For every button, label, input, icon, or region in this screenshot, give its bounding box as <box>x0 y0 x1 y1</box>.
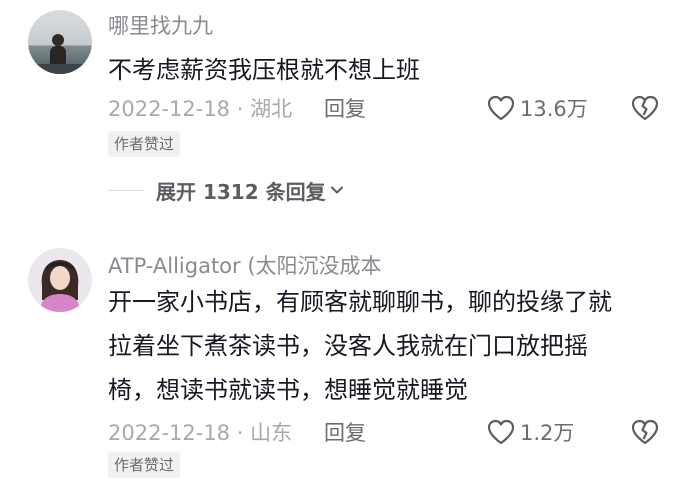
like-button[interactable]: 13.6万 <box>486 93 588 123</box>
expand-replies-button[interactable]: 展开 1312 条回复 <box>108 175 344 205</box>
comment-meta: 2022-12-18 · 山东 回复 1.2万 <box>108 416 668 448</box>
comment-meta: 2022-12-18 · 湖北 回复 13.6万 <box>108 92 668 124</box>
like-button[interactable]: 1.2万 <box>486 417 574 447</box>
divider <box>108 189 144 191</box>
author-liked-badge: 作者赞过 <box>108 131 181 157</box>
comment-text: 不考虑薪资我压根就不想上班 <box>108 48 420 92</box>
username[interactable]: ATP-Alligator (太阳沉没成本 <box>108 250 382 280</box>
broken-heart-icon[interactable] <box>630 418 660 446</box>
date-location: 2022-12-18 · 山东 <box>108 421 293 445</box>
heart-outline-icon <box>487 95 515 121</box>
author-liked-badge: 作者赞过 <box>108 452 181 478</box>
like-count: 13.6万 <box>520 97 588 121</box>
expand-replies-label: 展开 1312 条回复 <box>156 179 326 204</box>
like-count: 1.2万 <box>520 421 575 445</box>
chevron-down-icon <box>330 186 343 194</box>
comment-line: 拉着坐下煮茶读书，没客人我就在门口放把摇 <box>108 332 588 360</box>
comment-line: 不考虑薪资我压根就不想上班 <box>108 56 420 84</box>
reply-button[interactable]: 回复 <box>324 93 366 123</box>
avatar[interactable] <box>28 248 92 312</box>
broken-heart-icon[interactable] <box>630 94 660 122</box>
avatar[interactable] <box>28 10 92 74</box>
heart-outline-icon <box>487 419 515 445</box>
comment-line: 开一家小书店，有顾客就聊聊书，聊的投缘了就 <box>108 288 612 316</box>
comment-line: 椅，想读书就读书，想睡觉就睡觉 <box>108 376 468 404</box>
username[interactable]: 哪里找九九 <box>108 10 213 40</box>
comment-item: 哪里找九九 不考虑薪资我压根就不想上班 2022-12-18 · 湖北 回复 1… <box>0 0 690 230</box>
date-location: 2022-12-18 · 湖北 <box>108 97 293 121</box>
reply-button[interactable]: 回复 <box>324 417 366 447</box>
comment-text: 开一家小书店，有顾客就聊聊书，聊的投缘了就 拉着坐下煮茶读书，没客人我就在门口放… <box>108 280 612 412</box>
comment-item: ATP-Alligator (太阳沉没成本 开一家小书店，有顾客就聊聊书，聊的投… <box>0 238 690 489</box>
